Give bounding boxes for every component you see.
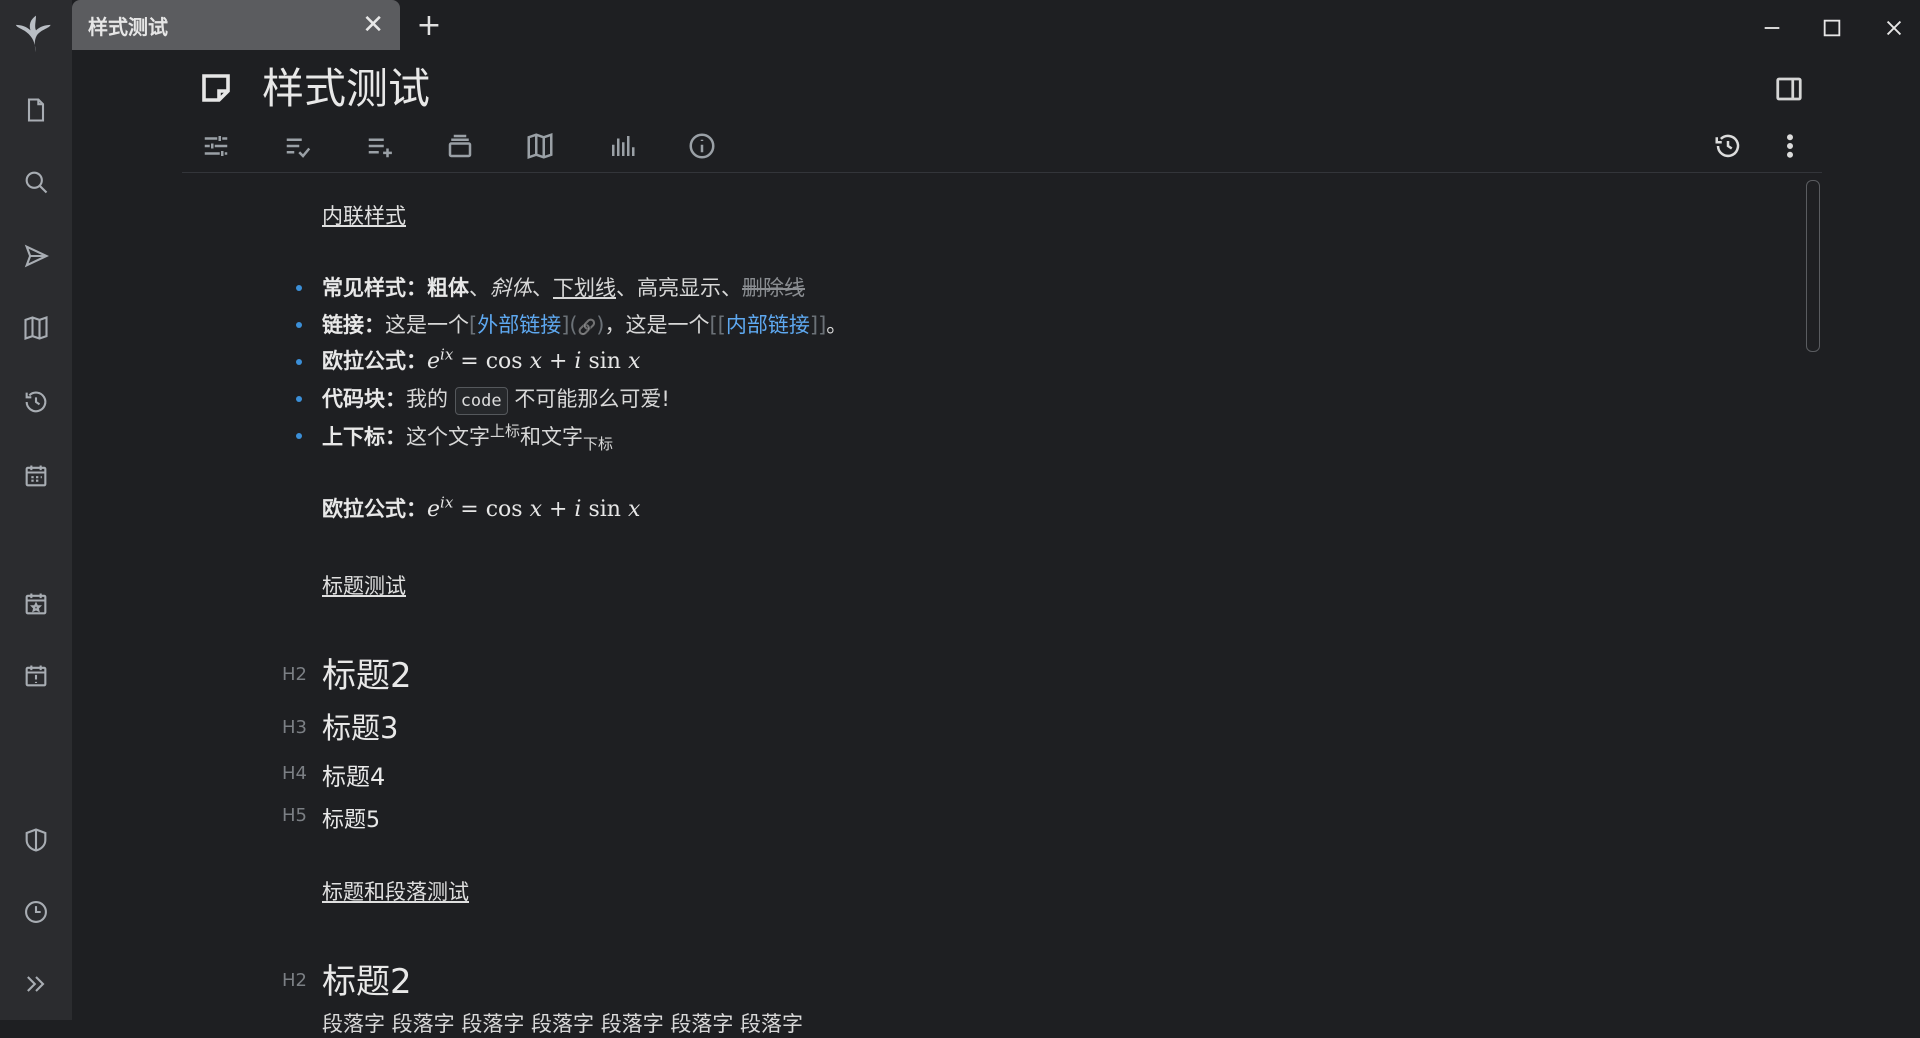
editor-scrollbar[interactable] (1806, 180, 1820, 352)
stack-icon[interactable] (442, 128, 478, 164)
subscript-text: 下标 (583, 435, 614, 454)
item-label: 链接： (322, 313, 385, 337)
heading-level-label: H3 (282, 717, 307, 738)
paragraph[interactable]: 段落字 段落字 段落字 段落字 段落字 段落字 段落字 (322, 1008, 803, 1038)
bracket: [ (469, 313, 478, 337)
launcher-sidebar (0, 0, 72, 1020)
plain-text: 不可能那么可爱! (514, 387, 670, 411)
item-label: 常见样式： (322, 276, 427, 300)
search-icon[interactable] (16, 162, 56, 202)
euler-formula: eix = cos x + i sin x (427, 345, 641, 374)
map-icon[interactable] (16, 308, 56, 348)
app-logo-icon[interactable] (12, 10, 60, 58)
history-icon[interactable] (16, 382, 56, 422)
daily-note-icon[interactable] (16, 584, 56, 624)
link-icon: 🔗 (577, 318, 597, 336)
plain-text: 和文字 (520, 425, 584, 449)
send-icon[interactable] (16, 236, 56, 276)
heading-level-label: H5 (282, 805, 307, 826)
list-item-common-styles[interactable]: 常见样式：粗体、斜体、下划线、高亮显示、删除线 (322, 272, 805, 302)
euler-paragraph[interactable]: 欧拉公式：eix = cos x + i sin x (322, 493, 640, 523)
heading-2[interactable]: 标题2 (322, 954, 412, 1003)
heading-test-title[interactable]: 标题测试 (322, 570, 406, 600)
bracket: [[ (709, 313, 726, 337)
internal-link[interactable]: 内部链接 (726, 313, 810, 337)
list-bullet (296, 359, 302, 365)
tab-title: 样式测试 (88, 14, 168, 39)
list-bullet (296, 285, 302, 291)
heading-level-label: H2 (282, 664, 307, 685)
tab-close-icon[interactable]: ✕ (362, 12, 384, 38)
statistics-icon[interactable] (604, 128, 640, 164)
item-label: 欧拉公式： (322, 349, 427, 373)
plain-text: 。 (826, 313, 848, 337)
settings-sliders-icon[interactable] (198, 128, 234, 164)
bracket: ]( (561, 313, 578, 337)
list-add-icon[interactable] (362, 128, 398, 164)
outline-check-icon[interactable] (280, 128, 316, 164)
map-view-icon[interactable] (522, 128, 558, 164)
plain-text: 、高亮显示、 (616, 276, 742, 300)
list-bullet (296, 433, 302, 439)
item-label: 上下标： (322, 425, 406, 449)
strikethrough-text: 删除线 (742, 276, 805, 300)
shield-icon[interactable] (16, 820, 56, 860)
header-divider (182, 172, 1822, 173)
superscript-text: 上标 (490, 422, 521, 440)
inline-code: code (454, 387, 508, 415)
reminder-icon[interactable] (16, 656, 56, 696)
heading-5[interactable]: 标题5 (322, 802, 380, 834)
heading-level-label: H2 (282, 970, 307, 991)
item-label: 代码块： (322, 387, 406, 411)
inline-style-heading[interactable]: 内联样式 (322, 200, 406, 230)
file-tree-icon[interactable] (16, 90, 56, 130)
list-bullet (296, 396, 302, 402)
heading-4[interactable]: 标题4 (322, 757, 385, 792)
external-link[interactable]: 外部链接 (477, 313, 561, 337)
new-tab-button[interactable]: + (412, 8, 446, 43)
calendar-icon[interactable] (16, 456, 56, 496)
minimize-icon[interactable] (1752, 10, 1792, 46)
expand-sidebar-icon[interactable] (16, 964, 56, 1004)
heading-level-label: H4 (282, 763, 307, 784)
plain-text: 这是一个 (385, 313, 469, 337)
italic-text: 斜体 (490, 276, 532, 300)
item-label: 欧拉公式： (322, 497, 427, 521)
clock-icon[interactable] (16, 892, 56, 932)
list-item-code[interactable]: 代码块：我的 code 不可能那么可爱! (322, 383, 670, 415)
heading-3[interactable]: 标题3 (322, 705, 398, 747)
euler-formula: eix = cos x + i sin x (427, 493, 641, 522)
list-bullet (296, 322, 302, 328)
toggle-right-panel-icon[interactable] (1774, 74, 1804, 108)
history-restore-icon[interactable] (1710, 128, 1746, 164)
plain-text: 这个文字 (406, 425, 490, 449)
plain-text: 我的 (406, 387, 448, 411)
page-title[interactable]: 样式测试 (262, 62, 430, 116)
info-icon[interactable] (684, 128, 720, 164)
note-icon[interactable] (198, 70, 236, 108)
heading-2[interactable]: 标题2 (322, 648, 412, 697)
list-item-euler[interactable]: 欧拉公式：eix = cos x + i sin x (322, 345, 640, 375)
separator: 、 (532, 276, 553, 300)
tab-bar: 样式测试 ✕ + (72, 0, 1920, 50)
plain-text: ，这是一个 (604, 313, 710, 337)
tab-style-test[interactable]: 样式测试 ✕ (72, 0, 400, 50)
list-item-links[interactable]: 链接：这是一个[外部链接](🔗)，这是一个[[内部链接]]。 (322, 309, 847, 339)
underline-text: 下划线 (553, 276, 616, 300)
more-vertical-icon[interactable] (1772, 128, 1808, 164)
heading-paragraph-test-title[interactable]: 标题和段落测试 (322, 876, 469, 906)
close-window-icon[interactable] (1874, 10, 1914, 46)
bold-text: 粗体 (427, 276, 469, 300)
list-item-supsub[interactable]: 上下标：这个文字上标和文字下标 (322, 420, 613, 454)
separator: 、 (469, 276, 490, 300)
bracket: ]] (809, 313, 827, 337)
maximize-icon[interactable] (1812, 10, 1852, 46)
